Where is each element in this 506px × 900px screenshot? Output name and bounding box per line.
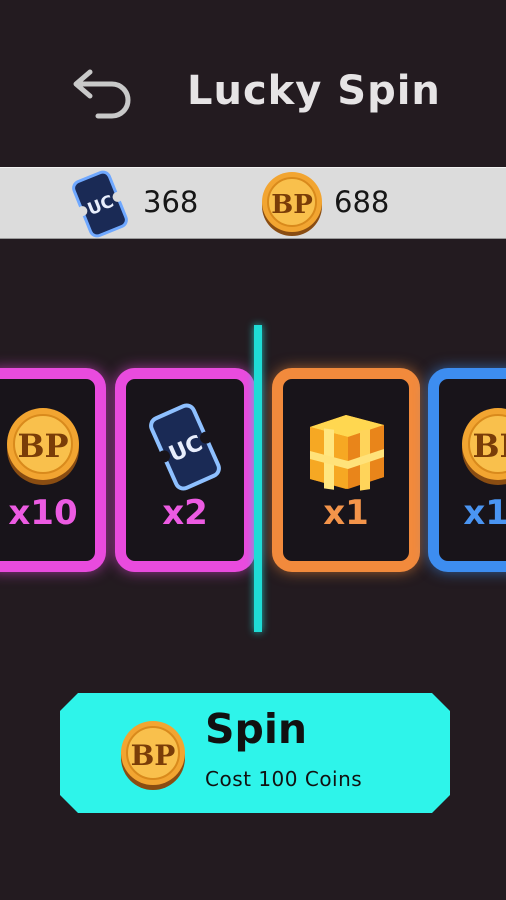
reward-label: x10 [463, 493, 506, 533]
reward-label: x2 [162, 493, 208, 533]
spin-pointer [254, 325, 262, 632]
bp-coin-icon: BP [117, 719, 189, 791]
reward-card: UC x2 [115, 368, 255, 572]
reward-card: BP x10 [428, 368, 506, 572]
bp-coin-icon: BP [262, 172, 322, 236]
spin-reel: BP x10 UC x2 x1 B x1 [0, 320, 506, 640]
back-button[interactable] [70, 62, 136, 120]
reward-label: x10 [8, 493, 78, 533]
uc-ticket-icon: UC [149, 403, 221, 491]
svg-text:BP: BP [472, 427, 506, 465]
back-arrow-icon [73, 69, 131, 119]
svg-text:BP: BP [131, 739, 176, 772]
svg-text:BP: BP [17, 427, 68, 465]
spin-cost: Cost 100 Coins [205, 767, 363, 791]
reward-card: x1 [272, 368, 420, 572]
reward-card: BP x10 [0, 368, 106, 572]
bp-balance: 688 [334, 185, 390, 219]
uc-balance: 368 [143, 185, 199, 219]
svg-text:BP: BP [271, 190, 313, 220]
header: Lucky Spin [0, 0, 506, 165]
reward-label: x1 [323, 493, 369, 533]
page-title: Lucky Spin [187, 68, 441, 114]
treasure-chest-icon [310, 415, 384, 491]
currency-bar: UC 368 BP 688 [0, 167, 506, 239]
spin-button[interactable]: BP Spin Cost 100 Coins [60, 693, 450, 813]
bp-coin-icon: BP [7, 408, 79, 485]
spin-label: Spin [205, 705, 308, 753]
bp-coin-icon: BP [462, 408, 506, 485]
uc-ticket-icon: UC [72, 170, 128, 238]
